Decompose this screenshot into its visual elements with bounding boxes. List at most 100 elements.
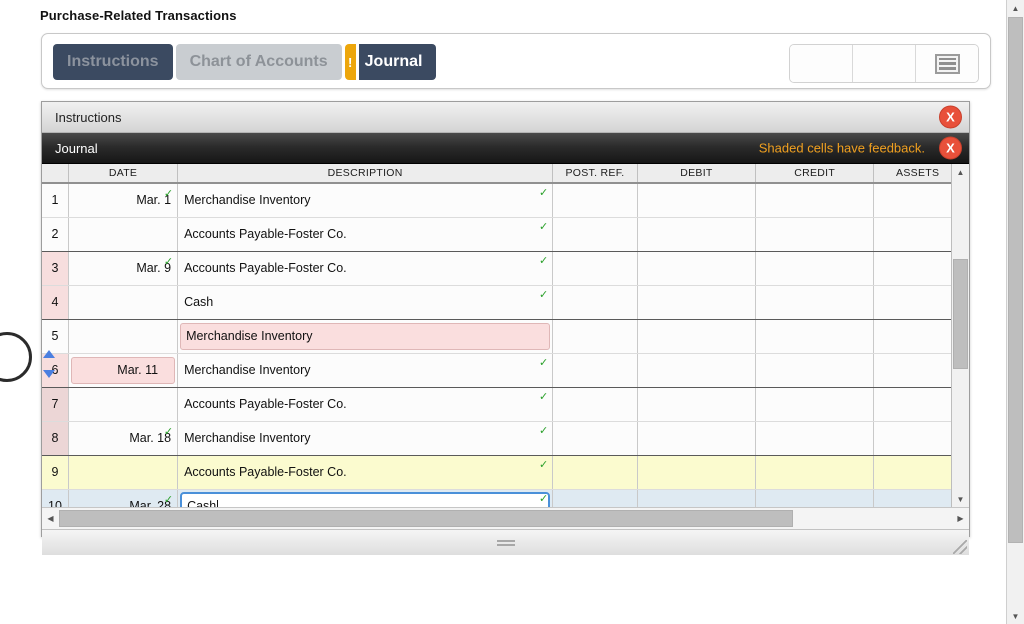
assets-cell[interactable]: [873, 353, 951, 388]
spinner-up-icon[interactable]: [43, 350, 55, 358]
description-cell[interactable]: Merchandise Inventory ✓: [177, 353, 554, 388]
toolbar-button-1[interactable]: [790, 45, 853, 82]
post-ref-cell[interactable]: [552, 387, 638, 422]
description-cell[interactable]: Merchandise Inventory: [177, 319, 554, 354]
horizontal-scroll-track[interactable]: [59, 510, 952, 527]
assets-cell[interactable]: [873, 251, 951, 286]
credit-cell[interactable]: [755, 285, 875, 320]
description-cell[interactable]: Accounts Payable-Foster Co. ✓: [177, 455, 554, 490]
post-ref-cell[interactable]: [552, 319, 638, 354]
assets-cell[interactable]: [873, 489, 951, 507]
vertical-scroll-thumb[interactable]: [953, 259, 968, 369]
post-ref-cell[interactable]: [552, 183, 638, 218]
spinner-down-icon[interactable]: [43, 370, 55, 378]
row-number-cell[interactable]: 3: [42, 251, 69, 286]
debit-cell[interactable]: [637, 183, 757, 218]
horizontal-scroll-thumb[interactable]: [59, 510, 794, 527]
date-cell[interactable]: [68, 387, 179, 422]
post-ref-cell[interactable]: [552, 455, 638, 490]
row-spinner[interactable]: [42, 350, 56, 378]
table-row[interactable]: 2 Accounts Payable-Foster Co. ✓: [42, 217, 951, 252]
scroll-down-icon[interactable]: ▼: [952, 491, 969, 507]
debit-cell[interactable]: [637, 455, 757, 490]
grid-vertical-scrollbar[interactable]: ▲ ▼: [951, 164, 969, 507]
date-cell[interactable]: [68, 455, 179, 490]
debit-cell[interactable]: [637, 217, 757, 252]
table-row[interactable]: 5 Merchandise Inventory: [42, 319, 951, 354]
row-number-cell[interactable]: 7: [42, 387, 69, 422]
scroll-right-icon[interactable]: ▶: [952, 514, 969, 523]
credit-cell[interactable]: [755, 489, 875, 507]
post-ref-cell[interactable]: [552, 489, 638, 507]
page-vertical-scrollbar[interactable]: ▲ ▼: [1006, 0, 1024, 624]
table-row[interactable]: 9 Accounts Payable-Foster Co. ✓: [42, 455, 951, 490]
credit-cell[interactable]: [755, 387, 875, 422]
resize-corner-icon[interactable]: [953, 540, 967, 554]
post-ref-cell[interactable]: [552, 421, 638, 456]
toolbar-menu-button[interactable]: [916, 45, 978, 82]
assets-cell[interactable]: [873, 455, 951, 490]
assets-cell[interactable]: [873, 183, 951, 218]
table-row[interactable]: 7 Accounts Payable-Foster Co. ✓: [42, 387, 951, 422]
credit-cell[interactable]: [755, 183, 875, 218]
debit-cell[interactable]: [637, 387, 757, 422]
date-cell[interactable]: [68, 217, 179, 252]
table-row[interactable]: 6 Mar. 11 Merchandise Inventory ✓: [42, 353, 951, 388]
debit-cell[interactable]: [637, 285, 757, 320]
journal-close-icon[interactable]: X: [939, 136, 962, 160]
table-row[interactable]: 10 Mar. 28 ✓ Cash ✓: [42, 489, 951, 507]
assets-cell[interactable]: [873, 217, 951, 252]
post-ref-cell[interactable]: [552, 251, 638, 286]
description-cell[interactable]: Cash ✓: [177, 285, 554, 320]
date-cell[interactable]: [68, 319, 179, 354]
assets-cell[interactable]: [873, 421, 951, 456]
description-cell[interactable]: Merchandise Inventory ✓: [177, 421, 554, 456]
date-cell[interactable]: Mar. 1 ✓: [68, 183, 179, 218]
description-cell[interactable]: Accounts Payable-Foster Co. ✓: [177, 217, 554, 252]
tab-instructions[interactable]: Instructions: [53, 44, 173, 80]
page-scroll-thumb[interactable]: [1008, 17, 1023, 543]
tab-chart-of-accounts[interactable]: Chart of Accounts: [175, 44, 342, 80]
assets-cell[interactable]: [873, 319, 951, 354]
row-number-cell[interactable]: 4: [42, 285, 69, 320]
credit-cell[interactable]: [755, 421, 875, 456]
table-row[interactable]: 4 Cash ✓: [42, 285, 951, 320]
row-number-cell[interactable]: 5: [42, 319, 69, 354]
row-number-cell[interactable]: 2: [42, 217, 69, 252]
description-cell[interactable]: Cash ✓: [177, 489, 554, 507]
debit-cell[interactable]: [637, 251, 757, 286]
description-cell[interactable]: Accounts Payable-Foster Co. ✓: [177, 251, 554, 286]
debit-cell[interactable]: [637, 489, 757, 507]
debit-cell[interactable]: [637, 319, 757, 354]
row-number-cell[interactable]: 9: [42, 455, 69, 490]
tab-journal[interactable]: Journal: [358, 44, 437, 80]
credit-cell[interactable]: [755, 353, 875, 388]
row-number-cell[interactable]: 10: [42, 489, 69, 507]
description-cell[interactable]: Accounts Payable-Foster Co. ✓: [177, 387, 554, 422]
description-input[interactable]: Cash: [180, 491, 551, 507]
credit-cell[interactable]: [755, 251, 875, 286]
table-row[interactable]: 3 Mar. 9 ✓ Accounts Payable-Foster Co. ✓: [42, 251, 951, 286]
description-cell[interactable]: Merchandise Inventory ✓: [177, 183, 554, 218]
row-number-cell[interactable]: 1: [42, 183, 69, 218]
credit-cell[interactable]: [755, 319, 875, 354]
page-scroll-down-icon[interactable]: ▼: [1007, 608, 1024, 624]
scroll-left-icon[interactable]: ◀: [42, 514, 59, 523]
date-cell[interactable]: Mar. 28 ✓: [68, 489, 179, 507]
row-number-cell[interactable]: 8: [42, 421, 69, 456]
post-ref-cell[interactable]: [552, 217, 638, 252]
credit-cell[interactable]: [755, 217, 875, 252]
credit-cell[interactable]: [755, 455, 875, 490]
post-ref-cell[interactable]: [552, 353, 638, 388]
instructions-close-icon[interactable]: X: [939, 105, 962, 129]
debit-cell[interactable]: [637, 353, 757, 388]
post-ref-cell[interactable]: [552, 285, 638, 320]
toolbar-button-2[interactable]: [853, 45, 916, 82]
date-cell[interactable]: Mar. 18 ✓: [68, 421, 179, 456]
date-cell[interactable]: Mar. 9 ✓: [68, 251, 179, 286]
date-cell[interactable]: [68, 285, 179, 320]
date-cell[interactable]: Mar. 11: [68, 353, 179, 388]
assets-cell[interactable]: [873, 285, 951, 320]
table-row[interactable]: 1 Mar. 1 ✓ Merchandise Inventory ✓: [42, 183, 951, 218]
table-row[interactable]: 8 Mar. 18 ✓ Merchandise Inventory ✓: [42, 421, 951, 456]
